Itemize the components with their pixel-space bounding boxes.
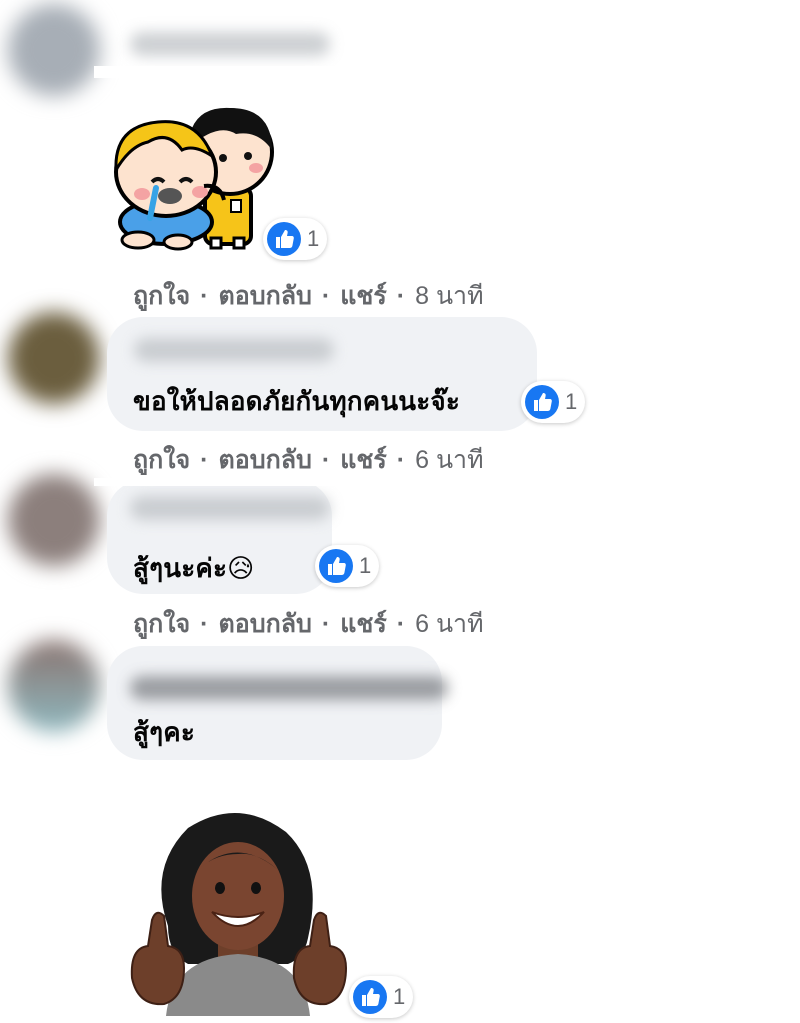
commenter-name-blurred[interactable] xyxy=(130,496,330,520)
like-link[interactable]: ถูกใจ xyxy=(133,440,190,480)
commenter-name-blurred[interactable] xyxy=(130,676,448,700)
reaction-count-badge[interactable]: 1 xyxy=(521,381,586,423)
reply-link[interactable]: ตอบกลับ xyxy=(218,440,311,480)
commenter-avatar[interactable] xyxy=(8,312,100,404)
commenter-avatar[interactable] xyxy=(8,4,100,96)
commenter-name-blurred[interactable] xyxy=(130,32,330,56)
comment-text: สู้ๆนะค่ะ😥 xyxy=(133,548,254,589)
reaction-count: 1 xyxy=(307,226,320,251)
like-link[interactable]: ถูกใจ xyxy=(133,276,190,316)
separator: · xyxy=(396,609,406,638)
comment-actions: ถูกใจ · ตอบกลับ · แชร์ · 8 นาที xyxy=(133,276,484,316)
share-link[interactable]: แชร์ xyxy=(340,604,387,644)
comment-text-body: สู้ๆนะค่ะ xyxy=(133,553,228,583)
timestamp[interactable]: 6 นาที xyxy=(415,440,483,480)
like-icon xyxy=(525,385,559,419)
like-icon xyxy=(267,222,301,256)
share-link[interactable]: แชร์ xyxy=(340,276,387,316)
timestamp[interactable]: 6 นาที xyxy=(415,604,483,644)
separator: · xyxy=(321,609,331,638)
separator: · xyxy=(200,609,209,638)
reply-link[interactable]: ตอบกลับ xyxy=(218,604,311,644)
commenter-name-blurred[interactable] xyxy=(134,338,334,362)
like-link[interactable]: ถูกใจ xyxy=(133,604,190,644)
reaction-count-badge[interactable]: 1 xyxy=(349,976,414,1018)
separator: · xyxy=(321,445,331,474)
timestamp[interactable]: 8 นาที xyxy=(415,276,483,316)
comment-actions: ถูกใจ · ตอบกลับ · แชร์ · 6 นาที xyxy=(133,440,484,480)
comment-actions: ถูกใจ · ตอบกลับ · แชร์ · 6 นาที xyxy=(133,604,484,644)
commenter-avatar[interactable] xyxy=(8,474,100,566)
like-icon xyxy=(353,980,387,1014)
sad-face-emoji: 😥 xyxy=(227,553,255,583)
comment-text: ขอให้ปลอดภัยกันทุกคนนะจ๊ะ xyxy=(133,386,461,416)
reply-link[interactable]: ตอบกลับ xyxy=(218,276,311,316)
share-link[interactable]: แชร์ xyxy=(340,440,387,480)
reaction-count-badge[interactable]: 1 xyxy=(315,545,380,587)
crying-boy-comforted-by-girl-sticker xyxy=(108,100,278,252)
comment-text: สู้ๆคะ xyxy=(133,717,195,747)
like-icon xyxy=(319,549,353,583)
separator: · xyxy=(396,281,406,310)
separator: · xyxy=(396,445,406,474)
separator: · xyxy=(321,281,331,310)
reaction-count: 1 xyxy=(393,984,406,1009)
reaction-count: 1 xyxy=(359,553,372,578)
separator: · xyxy=(200,445,209,474)
thumbs-up-avatar-sticker xyxy=(128,808,348,1016)
separator: · xyxy=(200,281,209,310)
commenter-avatar[interactable] xyxy=(8,640,100,732)
reaction-count: 1 xyxy=(565,389,578,414)
reaction-count-badge[interactable]: 1 xyxy=(263,218,328,260)
